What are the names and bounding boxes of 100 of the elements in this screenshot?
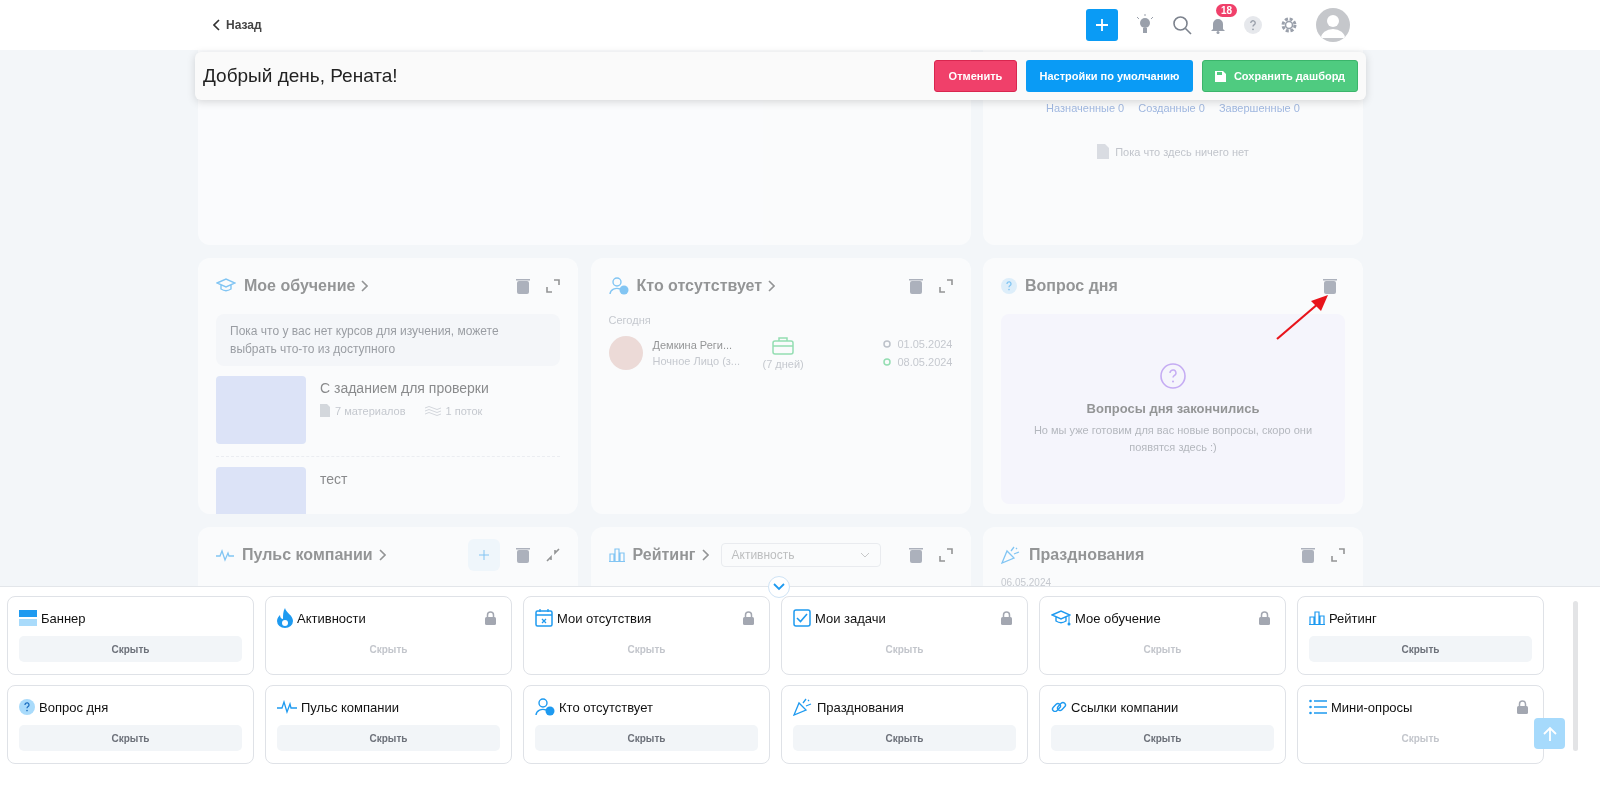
action-button[interactable]: Отменить	[934, 60, 1017, 92]
question-circle-icon	[1160, 362, 1186, 389]
pulse-icon	[277, 700, 297, 714]
greeting-text: Добрый день, Рената!	[203, 65, 398, 87]
metric-dropdown[interactable]: Активность	[720, 543, 881, 567]
chevron-right-icon[interactable]	[768, 280, 776, 292]
collapse-icon[interactable]	[546, 548, 560, 562]
collapse-panel-button[interactable]	[768, 576, 790, 598]
course-title[interactable]: тест	[320, 471, 348, 487]
notification-badge: 18	[1216, 4, 1238, 17]
question-icon	[19, 699, 35, 715]
calendar-icon	[535, 609, 553, 627]
widget-title: Активности	[297, 610, 366, 626]
chevron-left-icon	[213, 19, 221, 31]
course-title[interactable]: С заданием для проверки	[320, 380, 489, 396]
empty-state-title: Вопросы дня закончились	[1086, 400, 1260, 416]
card-title-link[interactable]: Пульс компании	[242, 546, 373, 564]
pulse-icon	[216, 548, 234, 562]
hide-button[interactable]: Скрыть	[535, 725, 758, 751]
banner-icon	[19, 610, 37, 626]
chevron-right-icon[interactable]	[361, 280, 369, 292]
question-icon	[1001, 278, 1017, 294]
graduation-cap-icon	[1051, 609, 1071, 627]
hide-button[interactable]: Скрыть	[277, 725, 500, 751]
flame-icon	[277, 608, 293, 628]
party-popper-icon	[1001, 546, 1021, 564]
hide-button[interactable]: Скрыть	[19, 725, 242, 751]
trash-icon[interactable]	[1323, 278, 1337, 294]
card-title: Вопрос дня	[1025, 277, 1118, 295]
tasks-tab[interactable]: Завершенные 0	[1218, 102, 1300, 114]
tasks-tab[interactable]: Созданные 0	[1138, 102, 1205, 114]
arrow-up-icon	[1541, 725, 1558, 742]
widget-title: Рейтинг	[1329, 610, 1377, 626]
add-button[interactable]	[1086, 9, 1118, 41]
widget-title: Мои задачи	[815, 610, 886, 626]
scrollbar[interactable]	[1573, 601, 1578, 751]
widget-title: Мини-опросы	[1331, 699, 1413, 715]
widget-title: Баннер	[41, 610, 86, 626]
hide-button[interactable]: Скрыть	[19, 636, 242, 662]
trash-icon[interactable]	[516, 547, 530, 563]
widget-title: Кто отсутствует	[559, 699, 653, 715]
briefcase-icon	[772, 336, 795, 355]
back-link[interactable]: Назад	[213, 18, 262, 32]
hide-button[interactable]: Скрыть	[1051, 725, 1274, 751]
help-icon[interactable]	[1244, 16, 1262, 34]
save-icon	[1214, 70, 1226, 82]
hide-button[interactable]: Скрыть	[1309, 636, 1532, 662]
employee-name: Демкина Реги...	[652, 339, 734, 351]
widget-title: Пульс компании	[301, 699, 399, 715]
widget-title: Мое обучение	[1075, 610, 1161, 626]
card-title-link[interactable]: Мое обучение	[244, 277, 356, 295]
trash-icon[interactable]	[1301, 547, 1315, 563]
plus-icon	[1095, 18, 1109, 32]
chevron-down-icon	[773, 583, 785, 591]
user-avatar[interactable]	[1316, 8, 1350, 42]
end-dot-icon	[883, 358, 892, 366]
tasks-tab[interactable]: Назначенные 0	[1046, 102, 1125, 114]
party-popper-icon	[793, 698, 813, 716]
bell-icon[interactable]	[1210, 16, 1226, 34]
card-title: Празднования	[1029, 546, 1145, 564]
empty-state-text: Но мы уже готовим для вас новые вопросы, скоро они появятся здесь :)	[1032, 422, 1314, 455]
list-icon	[1309, 699, 1327, 715]
layers-icon	[424, 405, 441, 416]
widget-title: Мои отсутствия	[557, 610, 652, 626]
expand-icon[interactable]	[546, 279, 560, 293]
widget-title: Вопрос дня	[39, 699, 109, 715]
widget-title: Празднования	[817, 699, 904, 715]
document-icon	[1097, 144, 1110, 159]
expand-icon[interactable]	[938, 548, 953, 562]
plus-icon	[479, 550, 489, 560]
avatar-placeholder	[608, 336, 643, 370]
lightbulb-icon[interactable]	[1136, 14, 1154, 36]
add-button[interactable]	[468, 539, 500, 571]
hide-button[interactable]: Скрыть	[793, 725, 1016, 751]
checkbox-icon	[793, 609, 811, 627]
trash-icon[interactable]	[908, 547, 923, 563]
start-dot-icon	[883, 340, 892, 348]
widget-title: Ссылки компании	[1071, 699, 1179, 715]
document-icon	[320, 404, 330, 417]
search-icon[interactable]	[1172, 15, 1192, 35]
link-icon	[1051, 699, 1067, 715]
scroll-to-top-button[interactable]	[1534, 718, 1565, 749]
card-title-link[interactable]: Кто отсутствует	[636, 277, 763, 295]
user-alert-icon	[535, 698, 555, 716]
settings-icon[interactable]	[1280, 16, 1298, 34]
bar-chart-icon	[1309, 611, 1325, 625]
bar-chart-icon	[608, 548, 625, 562]
action-button[interactable]: Сохранить дашборд	[1202, 60, 1358, 92]
info-message: Пока что у вас нет курсов для изучения, можете выбрать что-то из доступного	[216, 314, 560, 366]
user-alert-icon	[608, 277, 629, 295]
annotation-arrow	[1275, 293, 1331, 341]
chevron-right-icon[interactable]	[378, 549, 386, 561]
action-button[interactable]: Настройки по умолчанию	[1026, 60, 1193, 92]
expand-icon[interactable]	[1331, 548, 1345, 562]
card-title-link[interactable]: Рейтинг	[632, 546, 696, 564]
trash-icon[interactable]	[908, 278, 923, 294]
trash-icon[interactable]	[516, 278, 530, 294]
expand-icon[interactable]	[938, 279, 953, 293]
chevron-down-icon	[859, 552, 870, 558]
chevron-right-icon[interactable]	[701, 549, 709, 561]
